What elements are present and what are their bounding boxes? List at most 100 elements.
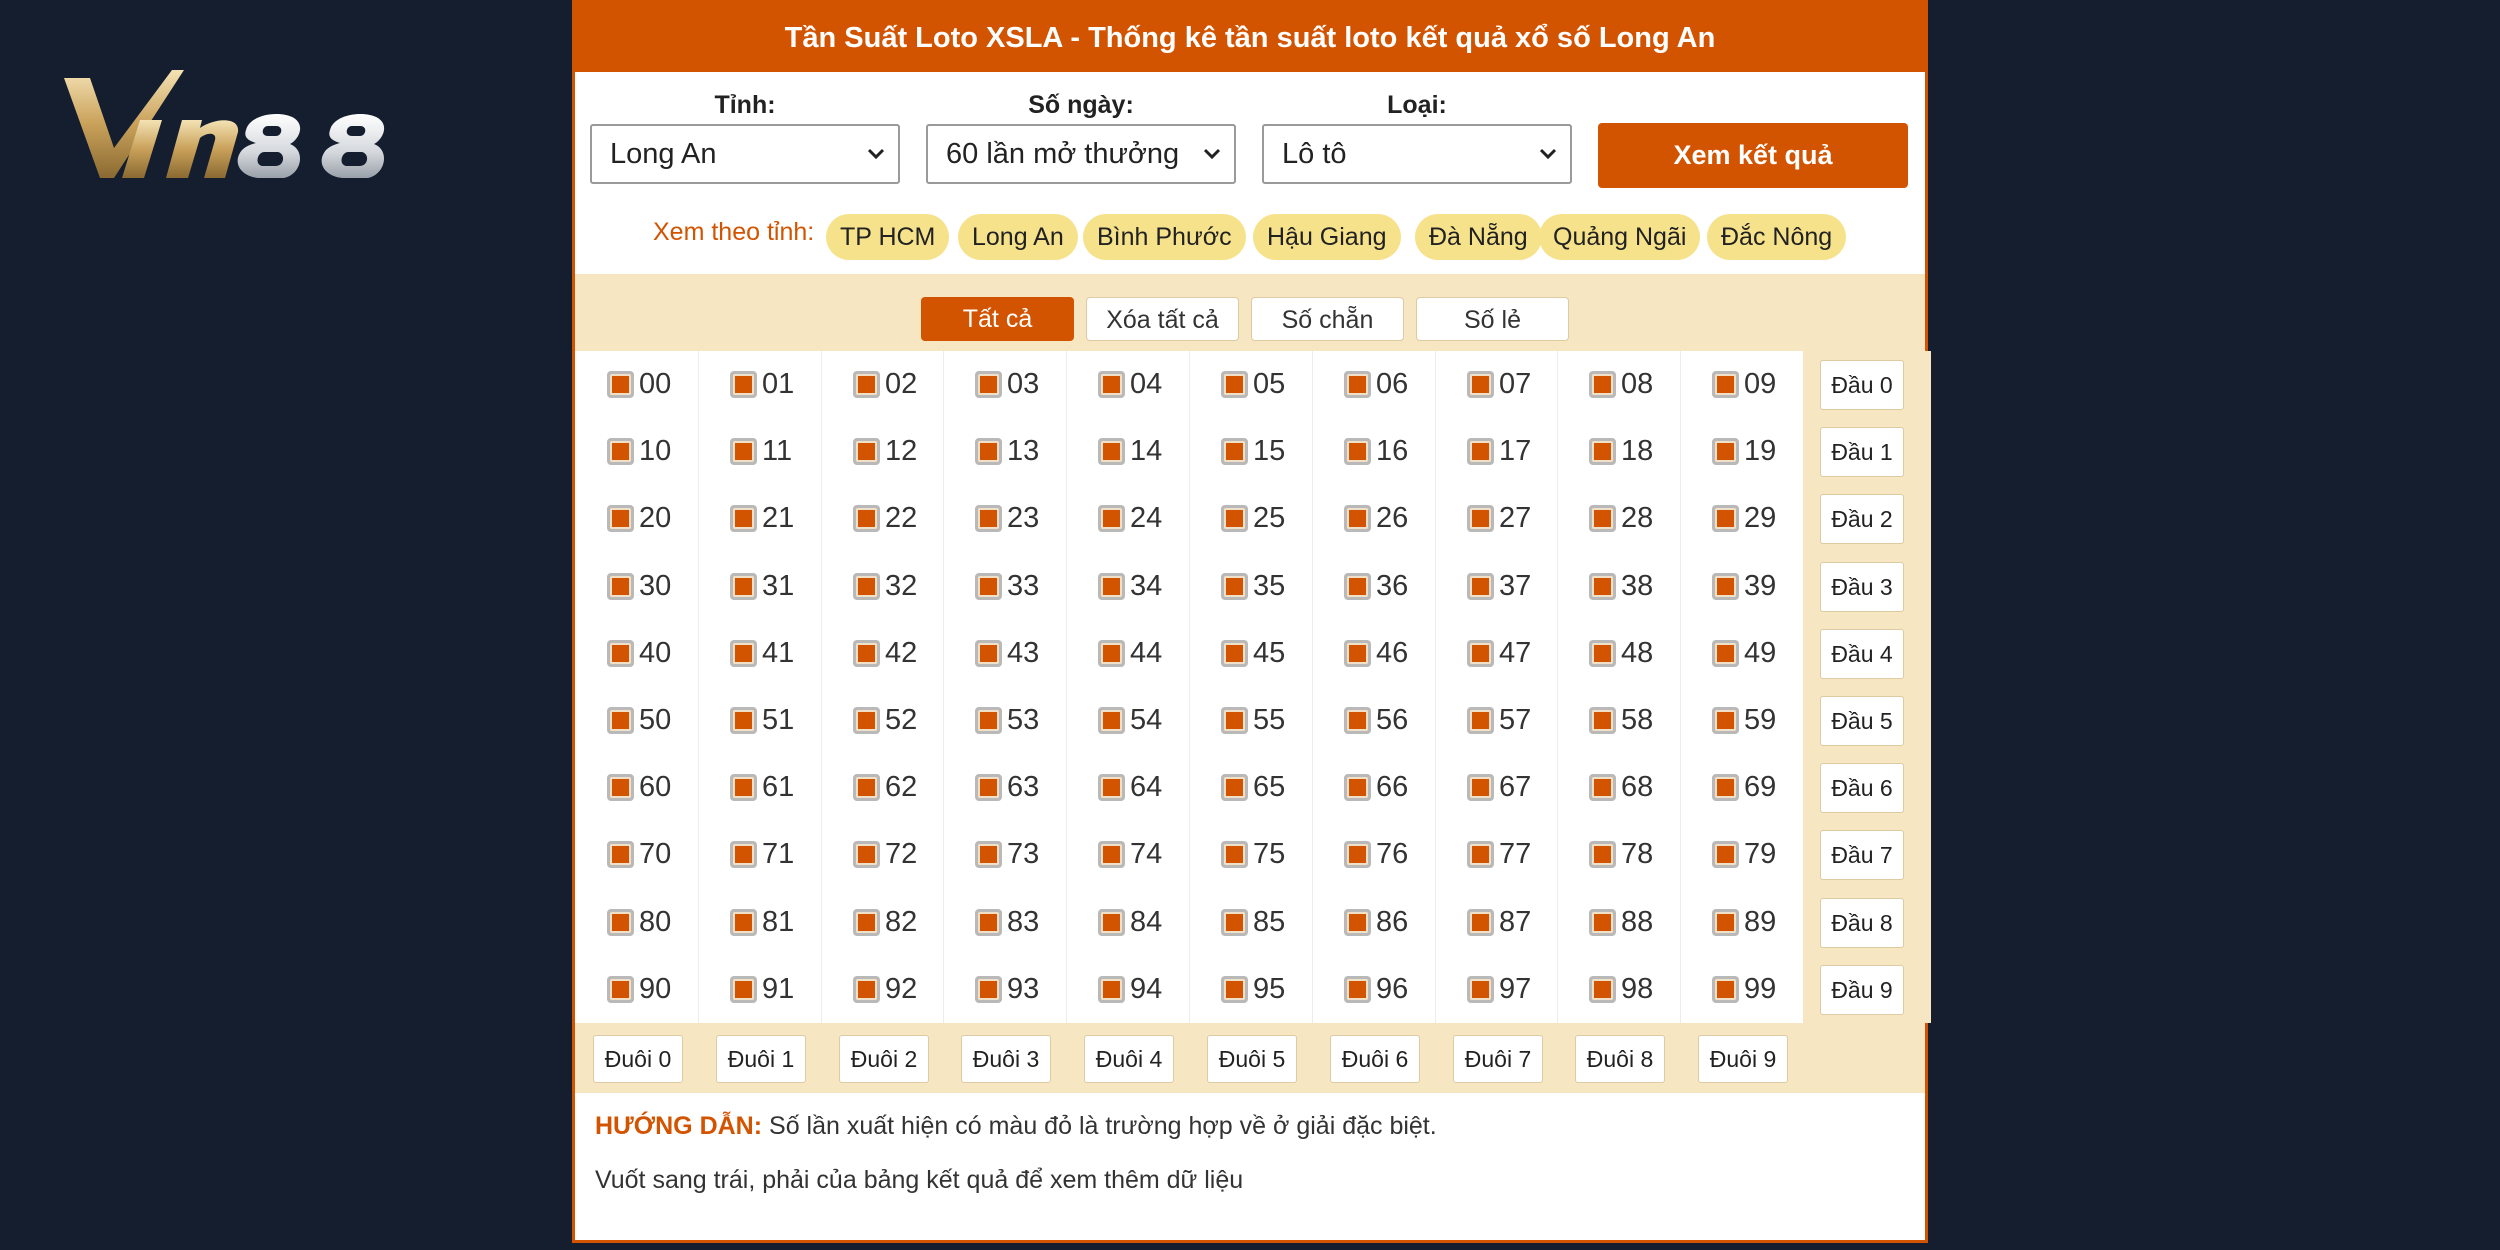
number-checkbox-40[interactable] <box>607 640 634 667</box>
dau-button-6[interactable]: Đầu 6 <box>1820 763 1904 813</box>
dau-button-9[interactable]: Đầu 9 <box>1820 965 1904 1015</box>
number-checkbox-72[interactable] <box>853 841 880 868</box>
number-checkbox-66[interactable] <box>1344 774 1371 801</box>
tab-all[interactable]: Tất cả <box>921 297 1074 341</box>
number-checkbox-54[interactable] <box>1098 707 1125 734</box>
number-checkbox-19[interactable] <box>1712 438 1739 465</box>
number-checkbox-64[interactable] <box>1098 774 1125 801</box>
number-checkbox-02[interactable] <box>853 371 880 398</box>
number-checkbox-71[interactable] <box>730 841 757 868</box>
duoi-button-8[interactable]: Đuôi 8 <box>1575 1035 1665 1083</box>
number-checkbox-88[interactable] <box>1589 909 1616 936</box>
dau-button-2[interactable]: Đầu 2 <box>1820 494 1904 544</box>
view-results-button[interactable]: Xem kết quả <box>1598 123 1908 188</box>
number-checkbox-84[interactable] <box>1098 909 1125 936</box>
number-checkbox-15[interactable] <box>1221 438 1248 465</box>
number-checkbox-74[interactable] <box>1098 841 1125 868</box>
number-checkbox-73[interactable] <box>975 841 1002 868</box>
days-select[interactable]: 60 lần mở thưởng <box>926 124 1236 184</box>
province-chip-long-an[interactable]: Long An <box>958 214 1078 260</box>
province-chip-binh-phuoc[interactable]: Bình Phước <box>1083 214 1246 260</box>
number-checkbox-50[interactable] <box>607 707 634 734</box>
number-checkbox-04[interactable] <box>1098 371 1125 398</box>
dau-button-3[interactable]: Đầu 3 <box>1820 562 1904 612</box>
number-checkbox-29[interactable] <box>1712 505 1739 532</box>
duoi-button-6[interactable]: Đuôi 6 <box>1330 1035 1420 1083</box>
number-checkbox-00[interactable] <box>607 371 634 398</box>
number-checkbox-42[interactable] <box>853 640 880 667</box>
tab-clear-all[interactable]: Xóa tất cả <box>1086 297 1239 341</box>
number-checkbox-57[interactable] <box>1467 707 1494 734</box>
number-checkbox-83[interactable] <box>975 909 1002 936</box>
dau-button-1[interactable]: Đầu 1 <box>1820 427 1904 477</box>
duoi-button-3[interactable]: Đuôi 3 <box>961 1035 1051 1083</box>
number-checkbox-35[interactable] <box>1221 573 1248 600</box>
number-checkbox-27[interactable] <box>1467 505 1494 532</box>
number-checkbox-90[interactable] <box>607 976 634 1003</box>
number-checkbox-39[interactable] <box>1712 573 1739 600</box>
number-checkbox-26[interactable] <box>1344 505 1371 532</box>
number-checkbox-30[interactable] <box>607 573 634 600</box>
tab-odd[interactable]: Số lẻ <box>1416 297 1569 341</box>
dau-button-4[interactable]: Đầu 4 <box>1820 629 1904 679</box>
province-chip-dac-nong[interactable]: Đắc Nông <box>1707 214 1847 260</box>
duoi-button-0[interactable]: Đuôi 0 <box>593 1035 683 1083</box>
number-checkbox-56[interactable] <box>1344 707 1371 734</box>
number-checkbox-51[interactable] <box>730 707 757 734</box>
number-checkbox-13[interactable] <box>975 438 1002 465</box>
province-chip-quang-ngai[interactable]: Quảng Ngãi <box>1539 214 1701 260</box>
number-checkbox-95[interactable] <box>1221 976 1248 1003</box>
number-checkbox-12[interactable] <box>853 438 880 465</box>
number-checkbox-43[interactable] <box>975 640 1002 667</box>
dau-button-0[interactable]: Đầu 0 <box>1820 360 1904 410</box>
number-checkbox-58[interactable] <box>1589 707 1616 734</box>
number-checkbox-96[interactable] <box>1344 976 1371 1003</box>
number-checkbox-53[interactable] <box>975 707 1002 734</box>
number-checkbox-37[interactable] <box>1467 573 1494 600</box>
number-checkbox-80[interactable] <box>607 909 634 936</box>
number-checkbox-98[interactable] <box>1589 976 1616 1003</box>
province-chip-hau-giang[interactable]: Hậu Giang <box>1253 214 1401 260</box>
number-checkbox-36[interactable] <box>1344 573 1371 600</box>
dau-button-8[interactable]: Đầu 8 <box>1820 898 1904 948</box>
number-checkbox-18[interactable] <box>1589 438 1616 465</box>
province-chip-da-nang[interactable]: Đà Nẵng <box>1415 214 1542 260</box>
number-checkbox-47[interactable] <box>1467 640 1494 667</box>
number-checkbox-11[interactable] <box>730 438 757 465</box>
number-checkbox-85[interactable] <box>1221 909 1248 936</box>
duoi-button-7[interactable]: Đuôi 7 <box>1453 1035 1543 1083</box>
number-checkbox-16[interactable] <box>1344 438 1371 465</box>
number-checkbox-89[interactable] <box>1712 909 1739 936</box>
duoi-button-9[interactable]: Đuôi 9 <box>1698 1035 1788 1083</box>
number-checkbox-46[interactable] <box>1344 640 1371 667</box>
number-checkbox-21[interactable] <box>730 505 757 532</box>
number-checkbox-92[interactable] <box>853 976 880 1003</box>
duoi-button-1[interactable]: Đuôi 1 <box>716 1035 806 1083</box>
number-checkbox-77[interactable] <box>1467 841 1494 868</box>
number-checkbox-82[interactable] <box>853 909 880 936</box>
number-checkbox-20[interactable] <box>607 505 634 532</box>
number-checkbox-81[interactable] <box>730 909 757 936</box>
number-checkbox-17[interactable] <box>1467 438 1494 465</box>
number-checkbox-86[interactable] <box>1344 909 1371 936</box>
number-checkbox-60[interactable] <box>607 774 634 801</box>
number-checkbox-07[interactable] <box>1467 371 1494 398</box>
number-checkbox-65[interactable] <box>1221 774 1248 801</box>
number-checkbox-33[interactable] <box>975 573 1002 600</box>
number-checkbox-08[interactable] <box>1589 371 1616 398</box>
dau-button-7[interactable]: Đầu 7 <box>1820 830 1904 880</box>
duoi-button-4[interactable]: Đuôi 4 <box>1084 1035 1174 1083</box>
number-checkbox-62[interactable] <box>853 774 880 801</box>
duoi-button-2[interactable]: Đuôi 2 <box>839 1035 929 1083</box>
number-checkbox-44[interactable] <box>1098 640 1125 667</box>
number-checkbox-24[interactable] <box>1098 505 1125 532</box>
number-checkbox-91[interactable] <box>730 976 757 1003</box>
number-checkbox-28[interactable] <box>1589 505 1616 532</box>
number-checkbox-61[interactable] <box>730 774 757 801</box>
number-checkbox-41[interactable] <box>730 640 757 667</box>
province-select[interactable]: Long An <box>590 124 900 184</box>
number-checkbox-69[interactable] <box>1712 774 1739 801</box>
number-checkbox-32[interactable] <box>853 573 880 600</box>
duoi-button-5[interactable]: Đuôi 5 <box>1207 1035 1297 1083</box>
number-checkbox-38[interactable] <box>1589 573 1616 600</box>
